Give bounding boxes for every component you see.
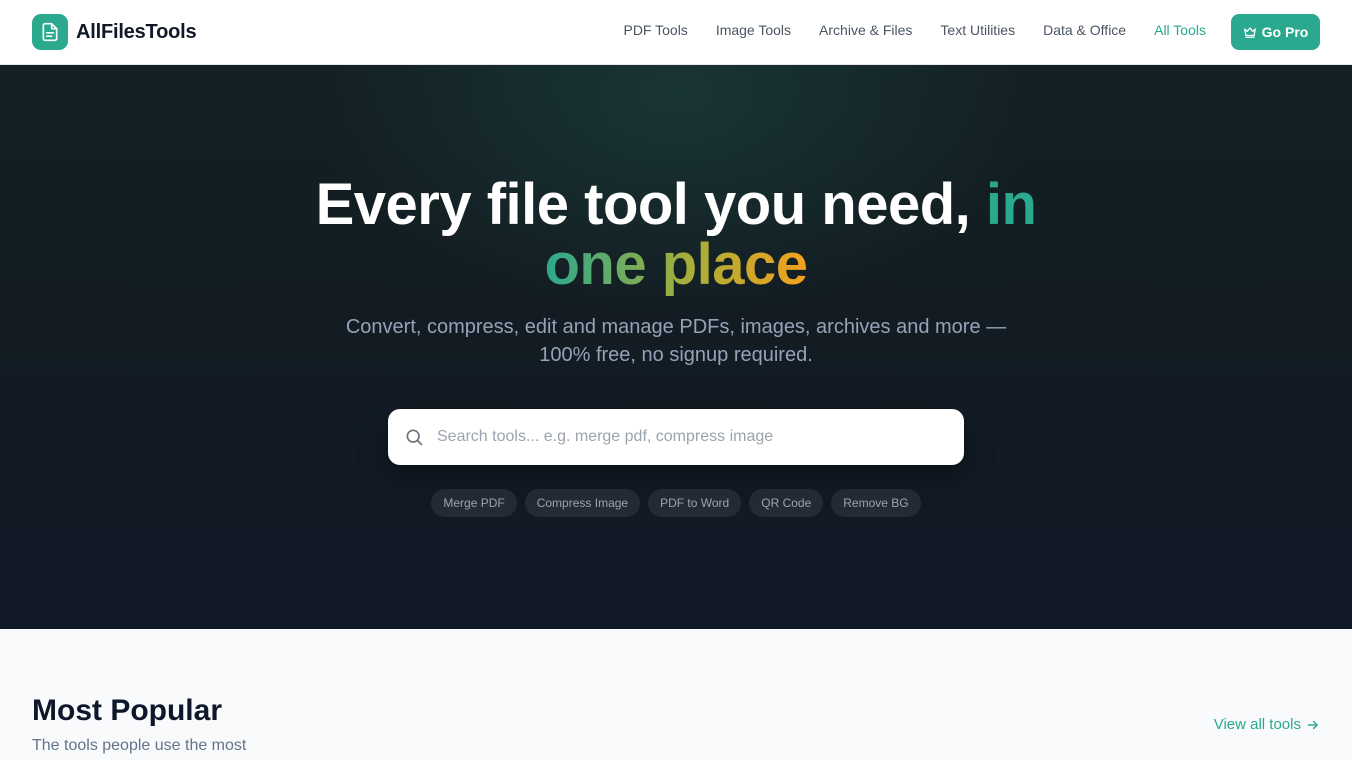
arrow-right-icon (1306, 718, 1320, 732)
hero-subtitle: Convert, compress, edit and manage PDFs,… (345, 316, 1007, 366)
quick-link-pdf-to-word[interactable]: PDF to Word (648, 489, 742, 517)
brand-name: AllFilesTools (76, 20, 197, 43)
nav-archive-files[interactable]: Archive & Files (819, 22, 912, 38)
nav-image-tools[interactable]: Image Tools (716, 22, 791, 38)
main-nav: PDF Tools Image Tools Archive & Files Te… (623, 22, 1206, 38)
crown-icon (1243, 25, 1257, 39)
document-icon (32, 14, 68, 50)
view-all-label: View all tools (1213, 716, 1301, 733)
hero-title-gradient: one place (544, 232, 808, 297)
hero-title-highlight: in (985, 172, 1037, 237)
section-title: Most Popular (32, 694, 223, 727)
go-pro-label: Go Pro (1261, 24, 1309, 40)
hero-title-main: Every file tool you need, (315, 172, 986, 237)
search-input[interactable] (437, 428, 937, 446)
hero-title: Every file tool you need, in one place (0, 175, 1352, 295)
quick-link-merge-pdf[interactable]: Merge PDF (431, 489, 517, 517)
site-header: AllFilesTools PDF Tools Image Tools Arch… (0, 0, 1352, 65)
search-box[interactable] (388, 409, 964, 465)
brand-logo[interactable]: AllFilesTools (32, 14, 197, 50)
nav-all-tools[interactable]: All Tools (1154, 22, 1206, 38)
view-all-tools-link[interactable]: View all tools (1214, 716, 1320, 733)
quick-link-remove-bg[interactable]: Remove BG (831, 489, 921, 517)
quick-link-qr-code[interactable]: QR Code (749, 489, 824, 517)
search-icon (404, 427, 424, 447)
quick-links: Merge PDF Compress Image PDF to Word QR … (0, 489, 1352, 517)
quick-link-compress-image[interactable]: Compress Image (524, 489, 641, 517)
hero-section: Every file tool you need, in one place Co… (0, 65, 1352, 629)
nav-pdf-tools[interactable]: PDF Tools (623, 22, 687, 38)
go-pro-button[interactable]: Go Pro (1231, 14, 1320, 50)
section-subtitle: The tools people use the most (32, 737, 247, 754)
nav-text-utilities[interactable]: Text Utilities (940, 22, 1015, 38)
nav-data-office[interactable]: Data & Office (1043, 22, 1126, 38)
